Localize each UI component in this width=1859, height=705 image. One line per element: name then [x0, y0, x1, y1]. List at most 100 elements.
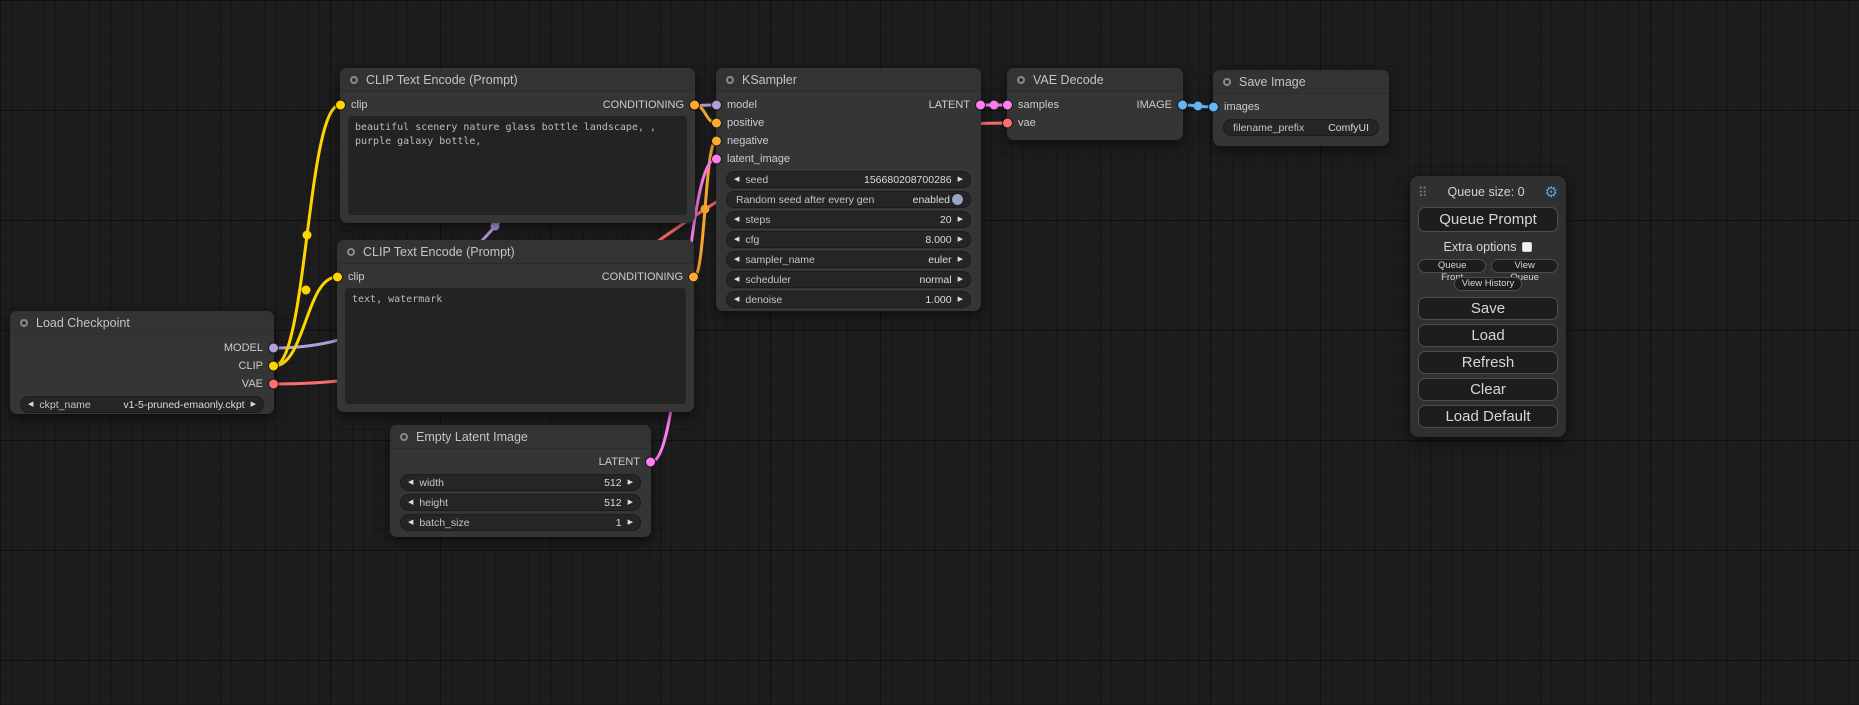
- node-header[interactable]: CLIP Text Encode (Prompt): [337, 240, 694, 264]
- slot-dot-samples-input[interactable]: [1003, 101, 1012, 110]
- load-default-button[interactable]: Load Default: [1418, 405, 1558, 428]
- slot-dot-positive-input[interactable]: [712, 119, 721, 128]
- slot-dot-latent-output[interactable]: [976, 101, 985, 110]
- extra-options-checkbox[interactable]: [1522, 242, 1532, 252]
- node-clip-text-encode-negative[interactable]: CLIP Text Encode (Prompt) clip CONDITION…: [337, 240, 694, 412]
- slot-row: clip CONDITIONING: [340, 96, 695, 114]
- graph-canvas[interactable]: Load Checkpoint MODEL CLIP VAE ◀ ckpt_na…: [0, 0, 1859, 705]
- refresh-button[interactable]: Refresh: [1418, 351, 1558, 374]
- decrement-arrow-icon[interactable]: ◀: [734, 276, 739, 283]
- increment-arrow-icon[interactable]: ▶: [958, 256, 963, 263]
- widget-cfg[interactable]: ◀ cfg 8.000 ▶: [726, 231, 971, 248]
- widget-batch-size[interactable]: ◀ batch_size 1 ▶: [400, 514, 641, 531]
- node-clip-text-encode-positive[interactable]: CLIP Text Encode (Prompt) clip CONDITION…: [340, 68, 695, 223]
- clear-button[interactable]: Clear: [1418, 378, 1558, 401]
- slot-dot-vae-output[interactable]: [269, 380, 278, 389]
- collapse-dot-icon[interactable]: [1223, 78, 1231, 86]
- slot-dot-model-input[interactable]: [712, 101, 721, 110]
- widget-steps[interactable]: ◀ steps 20 ▶: [726, 211, 971, 228]
- node-empty-latent-image[interactable]: Empty Latent Image LATENT ◀ width 512 ▶ …: [390, 425, 651, 537]
- collapse-dot-icon[interactable]: [350, 76, 358, 84]
- view-queue-button[interactable]: View Queue: [1491, 259, 1558, 273]
- node-header[interactable]: Empty Latent Image: [390, 425, 651, 449]
- decrement-arrow-icon[interactable]: ◀: [408, 499, 413, 506]
- increment-arrow-icon[interactable]: ▶: [958, 216, 963, 223]
- slot-dot-latent-image-input[interactable]: [712, 155, 721, 164]
- increment-arrow-icon[interactable]: ▶: [628, 519, 633, 526]
- widget-value: ComfyUI: [1328, 122, 1369, 134]
- view-history-button[interactable]: View History: [1454, 277, 1523, 291]
- widget-label: ckpt_name: [39, 399, 90, 411]
- widget-random-seed[interactable]: Random seed after every gen enabled: [726, 191, 971, 208]
- decrement-arrow-icon[interactable]: ◀: [734, 236, 739, 243]
- node-ksampler[interactable]: KSampler model LATENT positive negative …: [716, 68, 981, 311]
- widget-sampler-name[interactable]: ◀ sampler_name euler ▶: [726, 251, 971, 268]
- decrement-arrow-icon[interactable]: ◀: [734, 256, 739, 263]
- node-save-image[interactable]: Save Image images filename_prefix ComfyU…: [1213, 70, 1389, 146]
- widget-filename-prefix[interactable]: filename_prefix ComfyUI: [1223, 119, 1379, 136]
- decrement-arrow-icon[interactable]: ◀: [28, 401, 33, 408]
- increment-arrow-icon[interactable]: ▶: [628, 499, 633, 506]
- collapse-dot-icon[interactable]: [1017, 76, 1025, 84]
- slot-dot-conditioning-output[interactable]: [689, 273, 698, 282]
- slot-dot-negative-input[interactable]: [712, 137, 721, 146]
- slot-dot-clip-input[interactable]: [333, 273, 342, 282]
- slot-row: negative: [716, 132, 981, 150]
- collapse-dot-icon[interactable]: [726, 76, 734, 84]
- toggle-icon[interactable]: [952, 194, 963, 205]
- widget-denoise[interactable]: ◀ denoise 1.000 ▶: [726, 291, 971, 308]
- increment-arrow-icon[interactable]: ▶: [958, 276, 963, 283]
- slot-dot-conditioning-output[interactable]: [690, 101, 699, 110]
- slot-row: positive: [716, 114, 981, 132]
- node-header[interactable]: Load Checkpoint: [10, 311, 274, 335]
- widget-scheduler[interactable]: ◀ scheduler normal ▶: [726, 271, 971, 288]
- node-load-checkpoint[interactable]: Load Checkpoint MODEL CLIP VAE ◀ ckpt_na…: [10, 311, 274, 414]
- increment-arrow-icon[interactable]: ▶: [958, 296, 963, 303]
- node-vae-decode[interactable]: VAE Decode samples IMAGE vae: [1007, 68, 1183, 140]
- widget-label: Random seed after every gen: [736, 194, 874, 206]
- slot-dot-latent-output[interactable]: [646, 458, 655, 467]
- decrement-arrow-icon[interactable]: ◀: [408, 519, 413, 526]
- increment-arrow-icon[interactable]: ▶: [958, 176, 963, 183]
- widget-label: width: [419, 477, 444, 489]
- menu-drag-handle-icon[interactable]: ⠿: [1418, 186, 1428, 199]
- node-header[interactable]: VAE Decode: [1007, 68, 1183, 92]
- collapse-dot-icon[interactable]: [20, 319, 28, 327]
- queue-prompt-button[interactable]: Queue Prompt: [1418, 207, 1558, 232]
- input-label: model: [727, 99, 757, 111]
- decrement-arrow-icon[interactable]: ◀: [734, 176, 739, 183]
- load-button[interactable]: Load: [1418, 324, 1558, 347]
- decrement-arrow-icon[interactable]: ◀: [734, 296, 739, 303]
- settings-gear-icon[interactable]: ⚙: [1545, 185, 1558, 200]
- widget-height[interactable]: ◀ height 512 ▶: [400, 494, 641, 511]
- queue-front-button[interactable]: Queue Front: [1418, 259, 1486, 273]
- prompt-textarea[interactable]: beautiful scenery nature glass bottle la…: [348, 116, 687, 215]
- input-label: samples: [1018, 99, 1059, 111]
- slot-dot-vae-input[interactable]: [1003, 119, 1012, 128]
- node-header[interactable]: CLIP Text Encode (Prompt): [340, 68, 695, 92]
- output-label: VAE: [242, 378, 263, 390]
- collapse-dot-icon[interactable]: [400, 433, 408, 441]
- slot-dot-model-output[interactable]: [269, 344, 278, 353]
- increment-arrow-icon[interactable]: ▶: [251, 401, 256, 408]
- node-header[interactable]: KSampler: [716, 68, 981, 92]
- slot-dot-image-output[interactable]: [1178, 101, 1187, 110]
- decrement-arrow-icon[interactable]: ◀: [734, 216, 739, 223]
- widget-seed[interactable]: ◀ seed 156680208700286 ▶: [726, 171, 971, 188]
- widget-ckpt-name[interactable]: ◀ ckpt_name v1-5-pruned-emaonly.ckpt ▶: [20, 396, 264, 413]
- increment-arrow-icon[interactable]: ▶: [628, 479, 633, 486]
- increment-arrow-icon[interactable]: ▶: [958, 236, 963, 243]
- widget-width[interactable]: ◀ width 512 ▶: [400, 474, 641, 491]
- widget-label: steps: [745, 214, 770, 226]
- slot-dot-clip-input[interactable]: [336, 101, 345, 110]
- slot-dot-clip-output[interactable]: [269, 362, 278, 371]
- node-header[interactable]: Save Image: [1213, 70, 1389, 94]
- decrement-arrow-icon[interactable]: ◀: [408, 479, 413, 486]
- collapse-dot-icon[interactable]: [347, 248, 355, 256]
- input-label: positive: [727, 117, 764, 129]
- widget-value: 20: [940, 214, 952, 226]
- widget-value: 8.000: [925, 234, 951, 246]
- save-button[interactable]: Save: [1418, 297, 1558, 320]
- slot-dot-images-input[interactable]: [1209, 103, 1218, 112]
- prompt-textarea[interactable]: text, watermark: [345, 288, 686, 404]
